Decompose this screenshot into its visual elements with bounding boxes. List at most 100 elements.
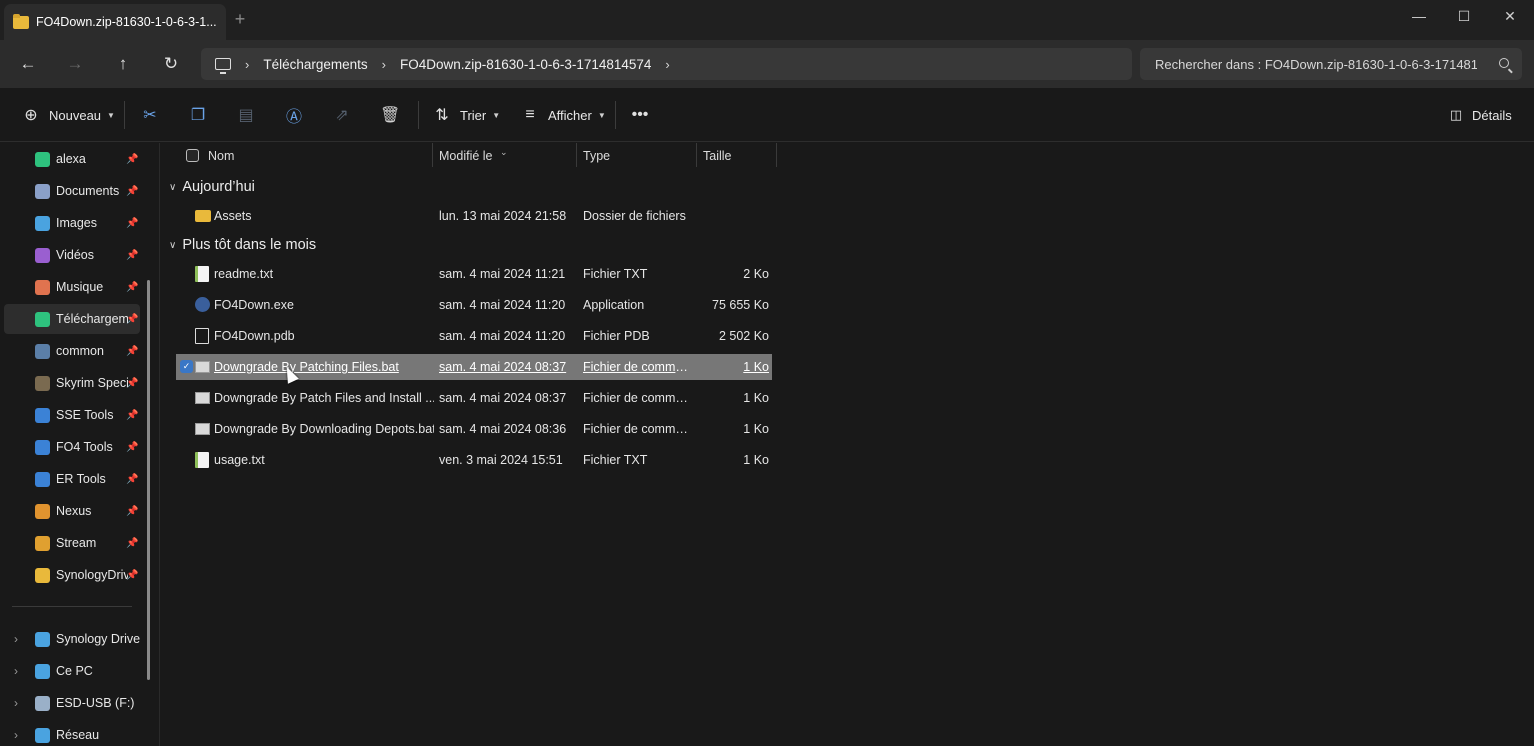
sort-descending-icon: ⌄ <box>500 147 508 157</box>
row-checkbox[interactable]: ✓ <box>180 360 193 373</box>
view-button[interactable]: ≡ Afficher ▼ <box>520 103 605 127</box>
pin-icon: 📌 <box>126 249 139 261</box>
chevron-right-icon[interactable]: › <box>665 57 669 72</box>
sidebar-item[interactable]: Vidéos 📌 <box>4 240 140 270</box>
sidebar-item[interactable]: Musique 📌 <box>4 272 140 302</box>
sort-button[interactable]: ⇅ Trier ▼ <box>432 103 500 127</box>
share-button[interactable]: ⇗ <box>332 103 352 127</box>
column-header-type[interactable]: Type <box>583 143 610 168</box>
column-divider[interactable] <box>432 143 433 167</box>
search-icon[interactable] <box>1499 58 1509 68</box>
paste-button[interactable]: ▤ <box>236 103 256 127</box>
delete-button[interactable]: 🗑 <box>380 103 400 127</box>
sidebar-item[interactable]: SSE Tools 📌 <box>4 400 140 430</box>
view-list-icon: ≡ <box>525 106 535 123</box>
sidebar-item[interactable]: Skyrim Special Edition📌 <box>4 368 140 398</box>
new-button[interactable]: ⊕ Nouveau ▼ <box>21 103 115 127</box>
file-type: Dossier de fichiers <box>583 209 686 223</box>
refresh-icon: ↻ <box>163 54 179 73</box>
file-size: 75 655 Ko <box>712 298 769 312</box>
share-icon: ⇗ <box>335 107 349 124</box>
sidebar-item-label: Téléchargements <box>56 312 128 326</box>
sidebar-item[interactable]: FO4 Tools 📌 <box>4 432 140 462</box>
column-header-size[interactable]: Taille <box>703 143 732 168</box>
address-bar[interactable]: › Téléchargements › FO4Down.zip-81630-1-… <box>201 48 1132 80</box>
computer-icon[interactable] <box>215 58 231 74</box>
sidebar-item[interactable]: Téléchargements📌 <box>4 304 140 334</box>
sidebar-item[interactable]: common 📌 <box>4 336 140 366</box>
copy-button[interactable]: ❐ <box>188 103 208 127</box>
sidebar-item[interactable]: alexa 📌 <box>4 144 140 174</box>
sort-label: Trier <box>460 107 487 123</box>
file-row[interactable]: Assets lun. 13 mai 2024 21:58 Dossier de f… <box>176 203 772 229</box>
file-row[interactable]: readme.txt sam. 4 mai 2024 11:21 Fichier T… <box>176 261 772 287</box>
maximize-button[interactable]: ☐ <box>1449 6 1479 26</box>
skyrim-icon <box>35 375 50 391</box>
group-header-earlier[interactable]: ∨ Plus tôt dans le mois <box>169 233 316 257</box>
sidebar-item[interactable]: › Synology Drive - alexa <box>4 624 140 654</box>
sidebar-item[interactable]: SynologyDrive📌 <box>4 560 140 590</box>
column-divider[interactable] <box>696 143 697 167</box>
view-label: Afficher <box>548 107 592 123</box>
group-header-today[interactable]: ∨ Aujourd’hui <box>169 175 255 199</box>
select-all-checkbox[interactable] <box>186 143 199 168</box>
file-row[interactable]: usage.txt ven. 3 mai 2024 15:51 Fichier TX… <box>176 447 772 473</box>
file-row[interactable]: ✓ Downgrade By Patching Files.bat sam. 4 m… <box>176 354 772 380</box>
text-file-icon <box>195 452 209 468</box>
cut-button[interactable]: ✂ <box>140 103 160 127</box>
breadcrumb-downloads[interactable]: Téléchargements <box>263 57 367 72</box>
file-row[interactable]: FO4Down.pdb sam. 4 mai 2024 11:20 Fichier … <box>176 323 772 349</box>
file-icon <box>195 328 209 344</box>
pin-icon: 📌 <box>126 441 139 453</box>
pc-icon <box>35 663 50 679</box>
chevron-right-icon[interactable]: › <box>382 57 386 72</box>
sidebar-item-label: Synology Drive - alexa <box>56 632 140 646</box>
sidebar-item[interactable]: › ESD-USB (F:) <box>4 688 140 718</box>
file-type: Fichier TXT <box>583 453 648 467</box>
column-divider[interactable] <box>776 143 777 167</box>
column-header-name[interactable]: Nom <box>208 143 234 168</box>
file-row[interactable]: Downgrade By Patch Files and Install ...… <box>176 385 772 411</box>
rename-button[interactable]: Ⓐ <box>284 103 304 127</box>
sidebar-item[interactable]: Images 📌 <box>4 208 140 238</box>
file-modified: lun. 13 mai 2024 21:58 <box>439 209 567 223</box>
details-pane-button[interactable]: ◫ Détails <box>1446 103 1512 127</box>
sidebar-item[interactable]: Nexus 📌 <box>4 496 140 526</box>
chevron-right-icon[interactable]: › <box>14 728 18 742</box>
sidebar-item[interactable]: › Réseau <box>4 720 140 746</box>
up-button[interactable]: ↑ <box>111 52 135 76</box>
file-size: 1 Ko <box>743 360 769 374</box>
refresh-button[interactable]: ↻ <box>159 52 183 76</box>
sidebar-item[interactable]: Stream 📌 <box>4 528 140 558</box>
sidebar-item[interactable]: › Ce PC <box>4 656 140 686</box>
chevron-right-icon[interactable]: › <box>14 664 18 678</box>
sidebar-scrollbar[interactable] <box>147 280 150 680</box>
pin-icon: 📌 <box>126 569 139 581</box>
file-row[interactable]: Downgrade By Downloading Depots.bat sam. … <box>176 416 772 442</box>
minimize-button[interactable]: — <box>1404 6 1434 26</box>
search-box[interactable] <box>1140 48 1522 80</box>
search-input[interactable] <box>1155 56 1477 72</box>
group-label: Plus tôt dans le mois <box>182 237 317 253</box>
chevron-right-icon[interactable]: › <box>14 696 18 710</box>
tools-icon <box>35 407 50 423</box>
column-divider[interactable] <box>576 143 577 167</box>
chevron-right-icon[interactable]: › <box>245 57 249 72</box>
forward-button[interactable]: → <box>63 52 87 76</box>
file-row[interactable]: FO4Down.exe sam. 4 mai 2024 11:20 Applicat… <box>176 292 772 318</box>
back-button[interactable]: ← <box>16 52 40 76</box>
sidebar-item-label: Ce PC <box>56 664 93 678</box>
tab-current-folder[interactable]: FO4Down.zip-81630-1-0-6-3-1... <box>4 4 226 40</box>
checkbox[interactable] <box>186 149 199 162</box>
more-options-button[interactable]: ••• <box>630 103 650 127</box>
breadcrumb-current-folder[interactable]: FO4Down.zip-81630-1-0-6-3-1714814574 <box>400 57 651 72</box>
pin-icon: 📌 <box>126 217 139 229</box>
chevron-right-icon[interactable]: › <box>14 632 18 646</box>
sidebar-item-label: SSE Tools <box>56 408 114 422</box>
column-header-modified[interactable]: Modifié le <box>439 143 493 168</box>
file-size: 2 Ko <box>743 267 769 281</box>
close-button[interactable]: ✕ <box>1495 6 1525 26</box>
new-tab-button[interactable]: + <box>232 10 248 28</box>
sidebar-item[interactable]: ER Tools 📌 <box>4 464 140 494</box>
sidebar-item[interactable]: Documents 📌 <box>4 176 140 206</box>
